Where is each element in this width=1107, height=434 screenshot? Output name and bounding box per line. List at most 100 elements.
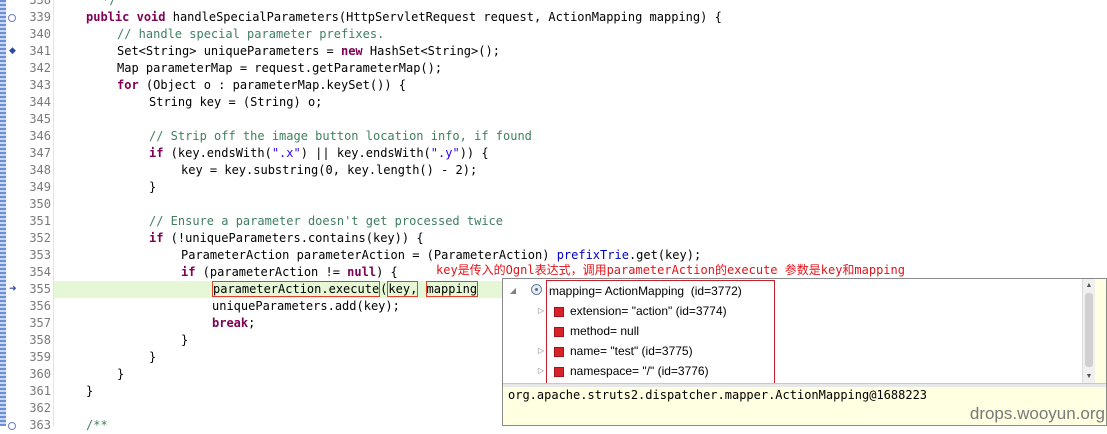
code-line: // Strip off the image button location i…	[149, 128, 532, 145]
code-line: uniqueParameters.add(key);	[212, 298, 400, 315]
line-number: 350	[29, 197, 51, 211]
line-number: 354	[29, 265, 51, 279]
string-literal: ".x"	[271, 146, 301, 160]
field-reference: prefixTrie	[556, 248, 629, 262]
keyword: if	[149, 231, 164, 245]
highlight-mapping-argument[interactable]: mapping	[425, 281, 479, 297]
code-line: }	[149, 179, 156, 196]
object-icon	[531, 284, 542, 295]
highlight-execute-call[interactable]: parameterAction.execute	[212, 281, 381, 297]
line-number: 349	[29, 180, 51, 194]
code-text: }	[149, 350, 157, 364]
scroll-down-icon[interactable]: ▼	[1085, 372, 1093, 380]
highlight-key-argument[interactable]: key,	[387, 281, 419, 297]
keyword: public	[86, 10, 130, 24]
expand-icon[interactable]: ▷	[537, 301, 545, 321]
keyword: void	[136, 10, 166, 24]
code-line: }	[149, 349, 156, 366]
comment: /**	[86, 418, 108, 432]
line-number: 339	[29, 10, 51, 24]
breakpoint-arrow-icon[interactable]: ➜	[9, 282, 19, 294]
line-number: 352	[29, 231, 51, 245]
code-text: (!uniqueParameters.contains(key)) {	[163, 231, 424, 245]
expand-icon[interactable]: ▷	[537, 361, 545, 381]
code-line: Set<String> uniqueParameters = new HashS…	[117, 43, 500, 60]
code-line: if (!uniqueParameters.contains(key)) {	[149, 230, 424, 247]
comment: */	[102, 0, 117, 7]
code-line: }	[117, 366, 124, 383]
code-text: )) {	[459, 146, 489, 160]
collapse-icon[interactable]: ◢	[509, 281, 517, 301]
code-text: uniqueParameters.add(key);	[212, 299, 400, 313]
fold-toggle-icon[interactable]	[6, 9, 16, 26]
code-text: ) || key.endsWith(	[300, 146, 431, 160]
detail-pane-value: org.apache.struts2.dispatcher.mapper.Act…	[508, 388, 928, 402]
line-number: 356	[29, 299, 51, 313]
string-literal: ".y"	[430, 146, 460, 160]
code-line: public void handleSpecialParameters(Http…	[86, 9, 722, 26]
line-number: 342	[29, 61, 51, 75]
code-line: String key = (String) o;	[149, 94, 322, 111]
line-number: 353	[29, 248, 51, 262]
line-number: 359	[29, 350, 51, 364]
keyword: if	[149, 146, 164, 160]
line-number: 360	[29, 367, 51, 381]
code-text: Set<String> uniqueParameters =	[117, 44, 341, 58]
variable-tree[interactable]: ◢ mapping= ActionMapping (id=3772) ▷ ext…	[503, 279, 1095, 384]
annotation-note: key是传入的Ognl表达式，调用parameterAction的execute…	[436, 263, 905, 277]
line-number: 358	[29, 333, 51, 347]
code-line-current: parameterAction.execute(key, mapping	[212, 281, 479, 298]
code-text: }	[117, 367, 125, 381]
line-number: 357	[29, 316, 51, 330]
code-text: (key.endsWith(	[163, 146, 272, 160]
code-line: Map parameterMap = request.getParameterM…	[117, 60, 442, 77]
line-number: 346	[29, 129, 51, 143]
line-number-gutter: 338 339 340 341 342 343 344 345 346 347 …	[6, 0, 54, 432]
highlight-mapping-tree	[546, 280, 775, 384]
code-text: ;	[248, 316, 256, 330]
code-text: }	[86, 384, 94, 398]
code-line: key = key.substring(0, key.length() - 2)…	[181, 162, 477, 179]
code-line: break;	[212, 315, 255, 332]
keyword: for	[117, 78, 139, 92]
line-number: 351	[29, 214, 51, 228]
line-number: 347	[29, 146, 51, 160]
code-line: }	[86, 383, 93, 400]
code-line: */	[102, 0, 116, 9]
code-text: HashSet<String>();	[362, 44, 500, 58]
scroll-thumb[interactable]	[1085, 293, 1093, 367]
code-text: Map parameterMap = request.getParameterM…	[117, 61, 443, 75]
line-number: 355	[29, 282, 51, 296]
comment: // Strip off the image button location i…	[149, 129, 532, 143]
line-number: 348	[29, 163, 51, 177]
code-line: if (parameterAction != null) {	[181, 264, 398, 281]
line-number: 362	[29, 401, 51, 415]
override-marker-icon: ◆	[9, 45, 16, 55]
keyword: break	[212, 316, 249, 330]
line-number: 341	[29, 44, 51, 58]
code-text: }	[149, 180, 157, 194]
expand-icon[interactable]: ▷	[537, 341, 545, 361]
code-text: (Object o : parameterMap.keySet()) {	[138, 78, 406, 92]
code-text: .get(key);	[628, 248, 702, 262]
keyword: if	[181, 265, 196, 279]
code-text: key = key.substring(0, key.length() - 2)…	[181, 163, 478, 177]
comment: // Ensure a parameter doesn't get proces…	[149, 214, 504, 228]
line-number: 343	[29, 78, 51, 92]
code-line: }	[181, 332, 188, 349]
code-text: ) {	[376, 265, 398, 279]
code-text: handleSpecialParameters(HttpServletReque…	[165, 10, 722, 24]
keyword: null	[347, 265, 377, 279]
line-number: 361	[29, 384, 51, 398]
tree-scrollbar[interactable]: ▲ ▼	[1082, 279, 1095, 383]
watermark: drops.wooyun.org	[969, 404, 1105, 423]
scroll-up-icon[interactable]: ▲	[1085, 281, 1093, 289]
code-text: ParameterAction parameterAction = (Param…	[181, 248, 557, 262]
line-number: 344	[29, 95, 51, 109]
line-number: 345	[29, 112, 51, 126]
code-line: // handle special parameter prefixes.	[117, 26, 384, 43]
code-line: // Ensure a parameter doesn't get proces…	[149, 213, 503, 230]
code-line: for (Object o : parameterMap.keySet()) {	[117, 77, 406, 94]
line-number: 338	[29, 0, 51, 7]
